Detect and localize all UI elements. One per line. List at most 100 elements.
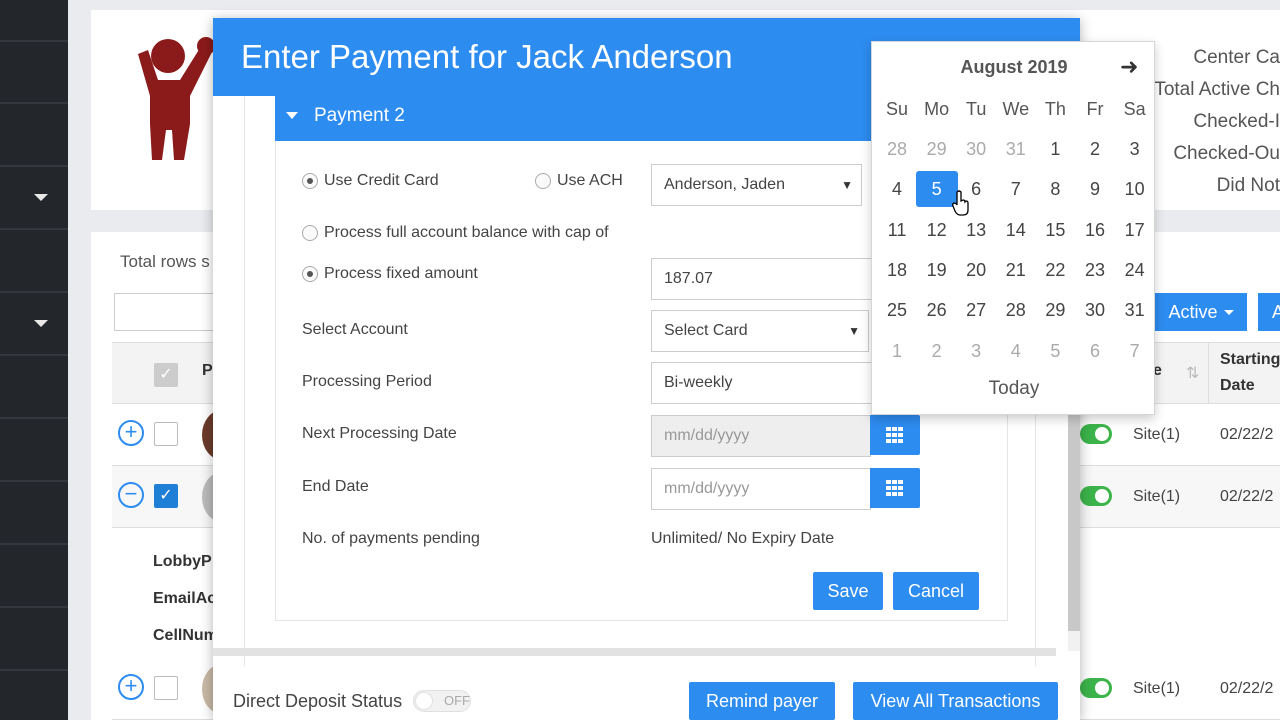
- use-credit-card-label[interactable]: Use Credit Card: [324, 172, 439, 190]
- calendar-day[interactable]: 3: [1114, 131, 1156, 167]
- calendar-day[interactable]: 1: [1034, 131, 1076, 167]
- sidebar-divider: [0, 165, 68, 167]
- calendar-day[interactable]: 3: [955, 333, 997, 369]
- calendar-day[interactable]: 7: [995, 171, 1037, 207]
- calendar-day[interactable]: 21: [995, 252, 1037, 288]
- process-full-balance-label[interactable]: Process full account balance with cap of: [324, 224, 609, 242]
- calendar-day[interactable]: 28: [876, 131, 918, 167]
- payment-panel-title[interactable]: Payment 2: [314, 105, 405, 127]
- calendar-day[interactable]: 9: [1074, 171, 1116, 207]
- calendar-day[interactable]: 14: [995, 212, 1037, 248]
- calendar-day[interactable]: 17: [1114, 212, 1156, 248]
- sort-icon[interactable]: ⇅: [1186, 363, 1199, 383]
- expand-row-plus-icon[interactable]: +: [118, 674, 144, 700]
- calendar-day[interactable]: 31: [995, 131, 1037, 167]
- process-fixed-amount-radio[interactable]: [302, 266, 318, 282]
- calendar-day[interactable]: 15: [1034, 212, 1076, 248]
- calendar-day[interactable]: 29: [1034, 292, 1076, 328]
- sidebar-divider: [0, 228, 68, 230]
- process-fixed-amount-label[interactable]: Process fixed amount: [324, 265, 478, 283]
- calendar-day[interactable]: 24: [1114, 252, 1156, 288]
- stat-checked-in: Checked-I: [1193, 111, 1280, 132]
- calendar-day[interactable]: 18: [876, 252, 918, 288]
- use-ach-radio[interactable]: [535, 173, 551, 189]
- calendar-day[interactable]: 28: [995, 292, 1037, 328]
- status-toggle[interactable]: [1080, 424, 1112, 444]
- calendar-day[interactable]: 27: [955, 292, 997, 328]
- stat-checked-out: Checked-Ou: [1173, 143, 1280, 164]
- end-date-calendar-button[interactable]: [870, 468, 920, 508]
- next-processing-date-input[interactable]: mm/dd/yyyy: [651, 415, 871, 457]
- calendar-day[interactable]: 10: [1114, 171, 1156, 207]
- process-full-balance-radio[interactable]: [302, 225, 318, 241]
- calendar-day[interactable]: 25: [876, 292, 918, 328]
- payer-select[interactable]: Anderson, Jaden ▼: [651, 164, 862, 206]
- date-picker-today-button[interactable]: Today: [872, 378, 1156, 400]
- next-processing-date-label: Next Processing Date: [302, 425, 457, 442]
- calendar-day[interactable]: 1: [876, 333, 918, 369]
- processing-period-select[interactable]: Bi-weekly: [651, 362, 881, 404]
- collapse-row-minus-icon[interactable]: −: [118, 482, 144, 508]
- expand-row-plus-icon[interactable]: +: [118, 420, 144, 446]
- next-processing-date-calendar-button[interactable]: [870, 415, 920, 455]
- calendar-day[interactable]: 29: [916, 131, 958, 167]
- collapse-caret-icon[interactable]: [286, 112, 298, 119]
- horizontal-scrollbar[interactable]: [213, 648, 1056, 656]
- sidebar-expand-chevron-icon[interactable]: [34, 194, 48, 201]
- sidebar-divider: [0, 354, 68, 356]
- direct-deposit-status-label: Direct Deposit Status: [233, 691, 403, 711]
- calendar-day[interactable]: 13: [955, 212, 997, 248]
- cancel-button[interactable]: Cancel: [893, 572, 979, 610]
- calendar-day[interactable]: 22: [1034, 252, 1076, 288]
- calendar-day[interactable]: 4: [876, 171, 918, 207]
- calendar-day[interactable]: 19: [916, 252, 958, 288]
- calendar-day[interactable]: 2: [1074, 131, 1116, 167]
- use-credit-card-radio[interactable]: [302, 173, 318, 189]
- active-filter-button[interactable]: Active: [1155, 293, 1247, 331]
- end-date-input[interactable]: mm/dd/yyyy: [651, 468, 871, 510]
- calendar-day[interactable]: 4: [995, 333, 1037, 369]
- arrow-right-icon[interactable]: ➜: [1120, 54, 1138, 80]
- calendar-day[interactable]: 16: [1074, 212, 1116, 248]
- row-checkbox[interactable]: ✓: [154, 484, 178, 508]
- site-cell: Site(1): [1133, 488, 1181, 505]
- column-header-p[interactable]: P: [202, 362, 213, 380]
- row-checkbox[interactable]: [154, 422, 178, 446]
- table-search-input[interactable]: [114, 293, 224, 331]
- sidebar-expand-chevron-icon[interactable]: [34, 320, 48, 327]
- use-ach-label[interactable]: Use ACH: [557, 172, 623, 190]
- select-all-checkbox[interactable]: ✓: [154, 363, 178, 387]
- save-button[interactable]: Save: [813, 572, 883, 610]
- calendar-day[interactable]: 11: [876, 212, 918, 248]
- column-header-starting-date[interactable]: Starting Date: [1220, 347, 1280, 399]
- weekday-header: Su: [885, 99, 909, 119]
- calendar-day[interactable]: 7: [1114, 333, 1156, 369]
- calendar-day[interactable]: 20: [955, 252, 997, 288]
- kids-logo-icon: [138, 37, 215, 160]
- select-account-value: Select Card: [664, 322, 748, 339]
- calendar-day[interactable]: 26: [916, 292, 958, 328]
- calendar-day[interactable]: 8: [1034, 171, 1076, 207]
- fixed-amount-input[interactable]: 187.07: [651, 258, 881, 300]
- calendar-grid-icon: [886, 480, 904, 496]
- remind-payer-button[interactable]: Remind payer: [689, 682, 835, 720]
- row-checkbox[interactable]: [154, 676, 178, 700]
- date-cell: 02/22/2: [1220, 488, 1274, 505]
- calendar-day[interactable]: 2: [916, 333, 958, 369]
- calendar-day[interactable]: 31: [1114, 292, 1156, 328]
- processing-period-label: Processing Period: [302, 373, 432, 390]
- add-button[interactable]: A: [1258, 293, 1280, 331]
- calendar-day[interactable]: 5: [1034, 333, 1076, 369]
- calendar-day[interactable]: 6: [1074, 333, 1116, 369]
- calendar-day[interactable]: 23: [1074, 252, 1116, 288]
- direct-deposit-toggle[interactable]: OFF: [413, 690, 471, 712]
- status-toggle[interactable]: [1080, 486, 1112, 506]
- calendar-day[interactable]: 30: [955, 131, 997, 167]
- calendar-day[interactable]: 12: [916, 212, 958, 248]
- dropdown-arrow-icon: ▼: [848, 324, 860, 338]
- date-picker-month-title[interactable]: August 2019: [872, 57, 1156, 78]
- calendar-day[interactable]: 30: [1074, 292, 1116, 328]
- view-all-transactions-button[interactable]: View All Transactions: [853, 682, 1058, 720]
- status-toggle[interactable]: [1080, 678, 1112, 698]
- select-account-dropdown[interactable]: Select Card ▼: [651, 310, 869, 352]
